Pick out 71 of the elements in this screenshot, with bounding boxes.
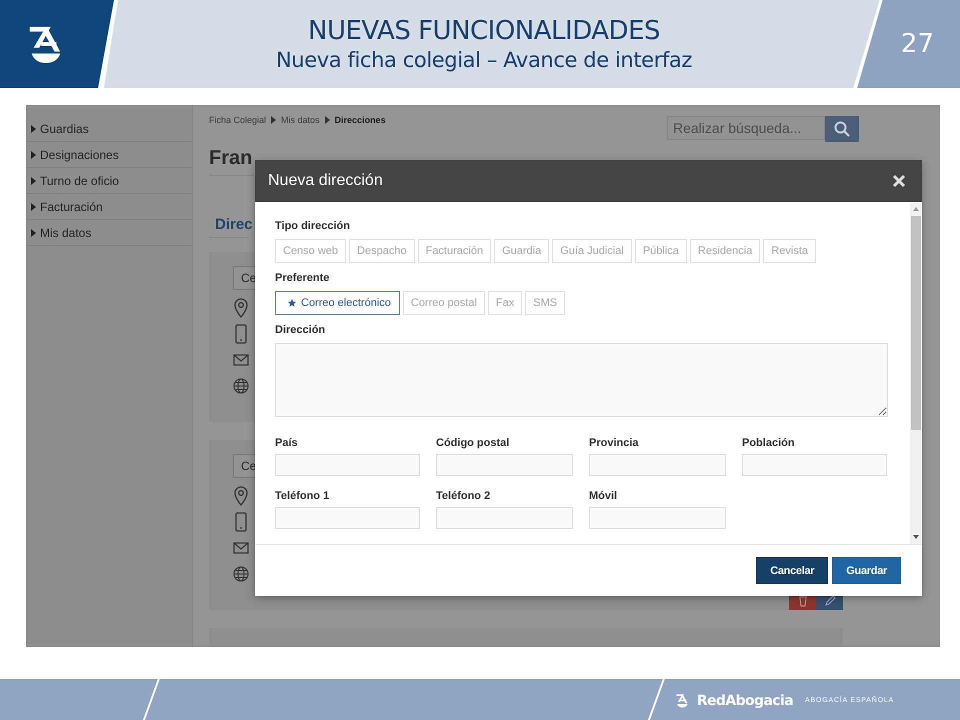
- breadcrumb-link[interactable]: Ficha Colegial: [209, 115, 266, 125]
- mobile-phone-icon: [233, 324, 249, 344]
- input-field[interactable]: [436, 507, 573, 529]
- slide-subtitle: Nueva ficha colegial – Avance de interfaz: [276, 48, 692, 72]
- option-button[interactable]: Censo web: [275, 239, 346, 263]
- option-button[interactable]: Fax: [488, 291, 522, 315]
- triangle-icon: [271, 116, 276, 124]
- field-label: Preferente: [275, 272, 330, 284]
- scroll-down-icon[interactable]: [913, 535, 919, 539]
- triangle-icon: [31, 124, 36, 132]
- sidebar-item[interactable]: Mis datos: [26, 220, 192, 246]
- option-button[interactable]: Residencia: [690, 239, 760, 263]
- input-field[interactable]: [742, 454, 887, 476]
- input-field[interactable]: [589, 507, 726, 529]
- sidebar-item[interactable]: Guardias: [26, 116, 192, 142]
- triangle-icon: [31, 228, 36, 236]
- option-button[interactable]: Correo electrónico: [275, 291, 400, 315]
- breadcrumb-link[interactable]: Mis datos: [281, 115, 320, 125]
- star-icon: [288, 299, 296, 307]
- field-label: Dirección: [275, 324, 326, 336]
- triangle-icon: [31, 202, 36, 210]
- field-label: Tipo dirección: [275, 220, 351, 232]
- field-label: Móvil: [589, 490, 618, 502]
- option-button[interactable]: Pública: [634, 239, 687, 263]
- scroll-up-icon[interactable]: [913, 207, 919, 211]
- address-textarea[interactable]: [275, 343, 888, 417]
- logo-icon: [674, 692, 689, 709]
- cancel-button[interactable]: Cancelar: [756, 557, 828, 584]
- field-label: Teléfono 1: [275, 490, 330, 502]
- triangle-icon: [31, 176, 36, 184]
- input-field[interactable]: [275, 454, 420, 476]
- option-button[interactable]: Guardia: [494, 239, 550, 263]
- option-button[interactable]: Correo postal: [402, 291, 485, 315]
- input-field[interactable]: [589, 454, 726, 476]
- location-pin-icon: [233, 486, 249, 506]
- field-label: País: [275, 437, 299, 449]
- option-button[interactable]: Facturación: [418, 239, 492, 263]
- page-number: 27: [900, 29, 934, 59]
- trash-icon: [798, 595, 808, 607]
- location-pin-icon: [233, 298, 249, 318]
- section-title: Direc: [215, 216, 253, 233]
- mobile-phone-icon: [233, 512, 249, 532]
- triangle-icon: [31, 150, 36, 158]
- dialog-title: Nueva dirección: [268, 172, 383, 190]
- option-button[interactable]: Despacho: [349, 239, 415, 263]
- close-button[interactable]: [892, 174, 906, 188]
- breadcrumb-link[interactable]: Direcciones: [334, 115, 386, 125]
- globe-icon: [233, 376, 249, 396]
- brand-name: RedAbogacia: [696, 692, 794, 708]
- search-icon: [834, 121, 850, 137]
- option-button[interactable]: SMS: [525, 291, 566, 315]
- pencil-icon: [824, 595, 836, 607]
- field-label: Teléfono 2: [436, 490, 492, 502]
- triangle-icon: [324, 116, 330, 124]
- search-button[interactable]: [825, 116, 859, 142]
- option-button[interactable]: Revista: [763, 239, 816, 263]
- sidebar-item[interactable]: Designaciones: [26, 142, 192, 168]
- field-label: Población: [742, 437, 796, 449]
- sidebar-item[interactable]: Turno de oficio: [26, 168, 192, 194]
- slide-title: NUEVAS FUNCIONALIDADES: [308, 16, 660, 46]
- scrollbar[interactable]: [910, 202, 922, 544]
- close-icon: [892, 174, 906, 188]
- save-button[interactable]: Guardar: [832, 557, 901, 584]
- option-button[interactable]: Guía Judicial: [552, 239, 632, 263]
- sidebar-item[interactable]: Facturación: [26, 194, 192, 220]
- search-field[interactable]: Realizar búsqueda...: [667, 116, 825, 140]
- input-field[interactable]: [436, 454, 573, 476]
- globe-icon: [233, 564, 249, 584]
- field-label: Código postal: [436, 437, 510, 449]
- field-label: Provincia: [589, 437, 640, 449]
- input-field[interactable]: [275, 507, 420, 529]
